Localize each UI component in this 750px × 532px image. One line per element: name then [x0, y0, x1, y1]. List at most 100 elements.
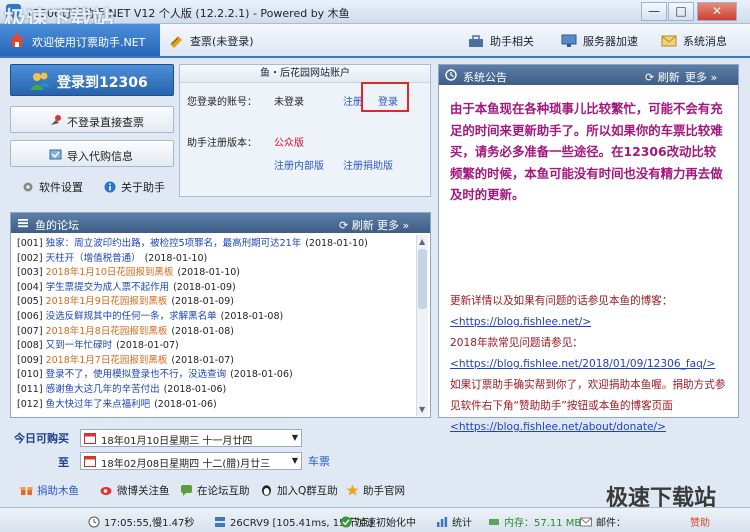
forum-item[interactable]: [005] 2018年1月9日花园报到黑板 (2018-01-09) [17, 295, 415, 310]
users-icon [30, 72, 50, 90]
account-value: 未登录 [274, 97, 304, 108]
forum-item-title[interactable]: 登录不了，使用模拟登录也不行，没选查询 [46, 369, 227, 380]
notice-p3: 如果订票助手确实帮到你了，欢迎捐助本鱼喔。捐助方式参见软件右下角“赞助助手”按钮… [450, 379, 726, 412]
forum-scrollbar[interactable]: ▲ ▼ [416, 235, 428, 416]
forum-item-id: [001] [17, 238, 43, 249]
donate-link[interactable]: 捐助木鱼 [20, 483, 79, 498]
status-mail[interactable]: 邮件： [580, 514, 626, 529]
forum-item[interactable]: [004] 学生票提交为成人票不起作用 (2018-01-09) [17, 281, 415, 296]
forum-item-title[interactable]: 没选反鲜规其中的任何一条，求解黑名单 [46, 311, 217, 322]
notice-url-blog[interactable]: <https://blog.fishlee.net/> [450, 312, 728, 333]
import-proxy-button[interactable]: 导入代购信息 [10, 140, 174, 167]
forum-item-date: (2018-01-07) [171, 354, 234, 366]
forum-item[interactable]: [007] 2018年1月8日花园报到黑板 (2018-01-08) [17, 325, 415, 340]
notice-more-label: 更多 [685, 71, 707, 84]
tools-icon [469, 35, 483, 47]
forum-item[interactable]: [010] 登录不了，使用模拟登录也不行，没选查询 (2018-01-06) [17, 368, 415, 383]
forum-item-title[interactable]: 2018年1月10日花园报到黑板 [46, 267, 174, 278]
software-settings-link[interactable]: 软件设置 [22, 179, 83, 195]
status-accel: 加速初始化中 [340, 514, 416, 529]
ticket-link[interactable]: 车票 [308, 453, 330, 469]
penguin-icon [262, 485, 271, 496]
forum-item-title[interactable]: 又到一年忙碌时 [46, 340, 113, 351]
tab-helper[interactable]: 助手相关 [468, 33, 534, 49]
scroll-up-icon[interactable]: ▲ [419, 237, 425, 246]
status-time-value: 17:05:55,慢1.47秒 [104, 518, 195, 529]
ticket-icon [170, 36, 182, 48]
forum-more-button[interactable]: 更多 » [377, 217, 409, 233]
notice-more-button[interactable]: 更多 » [685, 69, 717, 85]
forum-item-title[interactable]: 鱼大快过年了来点福利吧 [46, 399, 151, 410]
forum-item-title[interactable]: 2018年1月9日花园报到黑板 [46, 296, 168, 307]
forum-item-date: (2018-01-06) [163, 383, 227, 395]
qq-group-label: 加入Q群互助 [277, 485, 338, 497]
start-date-select[interactable]: 18年01月10日星期三 十一月廿四 ▼ [80, 429, 302, 447]
tab-query[interactable]: 查票(未登录) [168, 33, 254, 49]
forum-item-date: (2018-01-08) [171, 325, 234, 337]
account-header: 鱼・后花园网站账户 [180, 65, 430, 83]
scroll-down-icon[interactable]: ▼ [419, 405, 425, 414]
left-actions: 登录到12306 不登录直接查票 导入代购信息 软件设置 关于助手 [10, 64, 175, 199]
end-date-select[interactable]: 18年02月08日星期四 十二(腊)月廿三 ▼ [80, 452, 302, 470]
forum-item-title[interactable]: 独家：周立波印约出路，被检控5项罪名，最高刑期可达21年 [46, 238, 302, 249]
status-memory-value: 内存：57.11 MB [504, 518, 582, 529]
forum-help-link[interactable]: 在论坛互助 [180, 483, 250, 498]
today-label: 今日可购买 [14, 432, 69, 445]
tab-server[interactable]: 服务器加速 [561, 33, 638, 49]
forum-item-id: [002] [17, 252, 43, 264]
tab-helper-label: 助手相关 [490, 35, 534, 48]
forum-item-title[interactable]: 学生票提交为成人票不起作用 [46, 282, 170, 293]
tab-messages[interactable]: 系统消息 [661, 33, 727, 49]
message-icon [661, 35, 677, 47]
forum-item-title[interactable]: 2018年1月8日花园报到黑板 [46, 326, 168, 337]
weibo-label: 微博关注鱼 [117, 485, 170, 497]
forum-item[interactable]: [002] 天柱开（增值税普通） (2018-01-10) [17, 252, 415, 267]
clock-icon [88, 516, 100, 528]
forum-item-title[interactable]: 2018年1月7日花园报到黑板 [46, 355, 168, 366]
login-12306-button[interactable]: 登录到12306 [10, 64, 174, 96]
status-stats[interactable]: 统计 [436, 514, 472, 529]
forum-item-id: [012] [17, 398, 43, 410]
tab-welcome[interactable]: 欢迎使用订票助手.NET [0, 24, 160, 56]
status-sponsor[interactable]: 赞助 [690, 514, 710, 529]
forum-item[interactable]: [012] 鱼大快过年了来点福利吧 (2018-01-06) [17, 398, 415, 413]
forum-item-date: (2018-01-06) [230, 369, 293, 381]
tab-query-label: 查票(未登录) [190, 35, 254, 48]
query-without-login-button[interactable]: 不登录直接查票 [10, 106, 174, 133]
forum-item-title[interactable]: 天柱开（增值税普通） [46, 253, 141, 264]
forum-item-id: [007] [17, 325, 43, 337]
forum-item[interactable]: [001] 独家：周立波印约出路，被检控5项罪名，最高刑期可达21年 (2018-… [17, 237, 415, 252]
calendar-icon [84, 433, 96, 444]
forum-refresh-button[interactable]: ⟳ 刷新 [339, 217, 374, 233]
forum-item[interactable]: [008] 又到一年忙碌时 (2018-01-07) [17, 339, 415, 354]
forum-item[interactable]: [006] 没选反鲜规其中的任何一条，求解黑名单 (2018-01-08) [17, 310, 415, 325]
close-button[interactable]: ✕ [697, 2, 737, 21]
chat-icon [181, 485, 192, 496]
version-label: 助手注册版本： [187, 138, 257, 149]
register-internal-link[interactable]: 注册内部版 [274, 157, 324, 172]
about-helper-link[interactable]: 关于助手 [104, 179, 165, 195]
notice-url-faq[interactable]: <https://blog.fishlee.net/2018/01/09/123… [450, 354, 728, 375]
forum-list: [001] 独家：周立波印约出路，被检控5项罪名，最高刑期可达21年 (2018-… [17, 237, 415, 412]
status-accel-value: 加速初始化中 [356, 518, 416, 529]
weibo-link[interactable]: 微博关注鱼 [100, 483, 170, 498]
qq-group-link[interactable]: 加入Q群互助 [260, 483, 338, 498]
forum-item[interactable]: [009] 2018年1月7日花园报到黑板 (2018-01-07) [17, 354, 415, 369]
gift-icon [20, 487, 33, 495]
import-proxy-label: 导入代购信息 [67, 150, 133, 163]
maximize-button[interactable]: □ [668, 2, 694, 21]
forum-item-date: (2018-01-10) [177, 267, 241, 279]
forum-item[interactable]: [003] 2018年1月10日花园报到黑板 (2018-01-10) [17, 266, 415, 281]
gear-icon [23, 182, 33, 192]
register-donate-link[interactable]: 注册捐助版 [343, 157, 393, 172]
notice-refresh-button[interactable]: ⟳ 刷新 [645, 69, 680, 85]
forum-scroll-thumb[interactable] [418, 249, 427, 309]
tab-welcome-label: 欢迎使用订票助手.NET [32, 36, 146, 49]
register-link[interactable]: 注册 [343, 93, 363, 108]
official-site-link[interactable]: 助手官网 [346, 483, 405, 498]
forum-item[interactable]: [011] 感谢鱼大这几年的辛苦付出 (2018-01-06) [17, 383, 415, 398]
minimize-button[interactable]: — [641, 2, 667, 21]
version-value: 公众版 [274, 138, 304, 149]
forum-item-title[interactable]: 感谢鱼大这几年的辛苦付出 [46, 384, 160, 395]
tab-messages-label: 系统消息 [683, 35, 727, 48]
